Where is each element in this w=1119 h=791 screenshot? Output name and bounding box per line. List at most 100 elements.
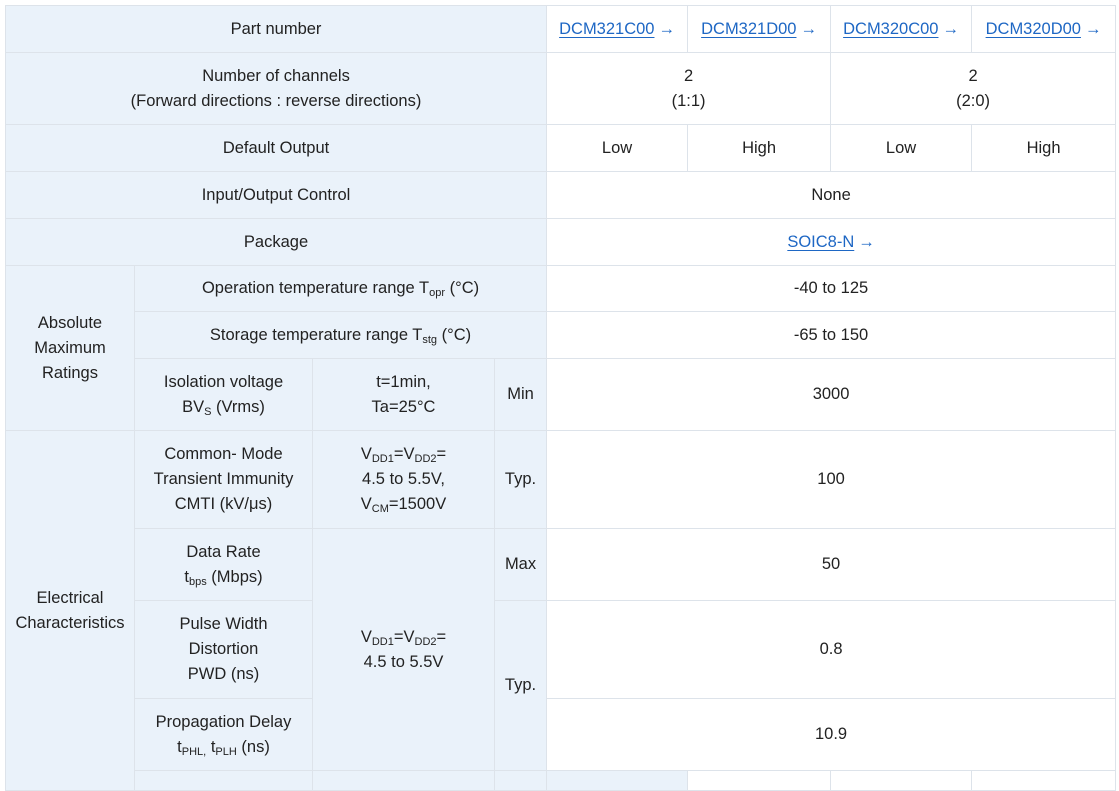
cmti-condition: VDD1=VDD2= 4.5 to 5.5V, VCM=1500V — [312, 430, 495, 529]
io-control-label: Input/Output Control — [4, 171, 548, 219]
package-label: Package — [4, 218, 548, 266]
electrical-group-label: Electrical Characteristics — [5, 430, 135, 791]
row-cmti: Electrical Characteristics Common- Mode … — [5, 430, 1117, 791]
label-subscript: stg — [422, 333, 438, 346]
next-row-cell — [312, 770, 495, 791]
storage-temp-value: -65 to 150 — [546, 311, 1117, 359]
shared-condition: VDD1=VDD2= 4.5 to 5.5V — [312, 528, 495, 771]
package-link-text[interactable]: SOIC8-N — [787, 233, 854, 251]
part-link-text[interactable]: DCM320C00 — [843, 20, 938, 38]
next-row-cell — [546, 770, 689, 791]
part-link-dcm320d00[interactable]: DCM320D00 → — [971, 5, 1117, 53]
group-label-line: Maximum — [34, 338, 106, 357]
abs-max-group-label: Absolute Maximum Ratings — [5, 265, 135, 431]
condition-subscript: DD2 — [414, 453, 437, 465]
group-label-line: Absolute — [37, 313, 103, 332]
group-label-line: Electrical — [36, 588, 104, 607]
row-channels: Number of channels (Forward directions :… — [4, 52, 1117, 125]
part-link-dcm321c00[interactable]: DCM321C00 → — [546, 5, 689, 53]
row-data-rate: Data Rate tbps (Mbps) VDD1=VDD2= 4.5 to … — [6, 528, 1117, 771]
row-part-number: Part number DCM321C00 → DCM321D00 → DCM320… — [4, 5, 1117, 53]
next-row-cell — [134, 770, 313, 791]
isolation-label: Isolation voltage BVS (Vrms) — [134, 358, 313, 431]
isolation-value: 3000 — [546, 358, 1117, 431]
io-control-value: None — [546, 171, 1117, 219]
prop-delay-label: Propagation Delay tPHL, tPLH (ns) — [134, 698, 313, 771]
next-row-cell — [830, 770, 973, 791]
default-output-value: Low — [546, 124, 689, 172]
condition-subscript: DD1 — [371, 635, 394, 648]
label-text: Propagation Delay — [155, 712, 292, 731]
row-prop-delay: Propagation Delay tPHL, tPLH (ns) 10.9 — [6, 698, 1117, 771]
part-link-text[interactable]: DCM321C00 — [559, 20, 654, 38]
op-temp-label: Operation temperature range Topr (°C) — [133, 265, 548, 312]
label-subscript: opr — [429, 287, 446, 299]
condition-text: = — [436, 445, 447, 463]
next-row-cell — [687, 770, 832, 791]
next-row-cell — [493, 770, 548, 791]
row-pwd: Pulse Width Distortion PWD (ns) Typ. 0.8 — [6, 600, 1117, 771]
label-text: Operation temperature range T — [201, 279, 430, 297]
label-text: (ns) — [236, 737, 270, 756]
label-text: Common- Mode — [164, 445, 283, 463]
condition-text: V — [360, 495, 372, 513]
label-text: Pulse Width — [179, 615, 268, 633]
label-text: (°C) — [445, 279, 480, 297]
condition-subscript: DD1 — [371, 453, 394, 465]
condition-text: =1500V — [388, 495, 447, 513]
group-label-line: Ratings — [42, 363, 98, 382]
data-rate-type: Max — [493, 528, 548, 601]
row-default-output: Default Output Low High Low High — [4, 124, 1117, 172]
label-subscript: bps — [188, 575, 207, 588]
cmti-value: 100 — [546, 430, 1117, 529]
label-text: Storage temperature range T — [209, 325, 423, 344]
arrow-right-icon: → — [800, 19, 817, 38]
label-text: Data Rate — [186, 542, 261, 561]
condition-text: V — [360, 445, 372, 463]
part-link-text[interactable]: DCM320D00 — [986, 20, 1081, 38]
condition-text: V — [360, 627, 372, 646]
label-text: CMTI (kV/μs) — [174, 495, 273, 513]
group-label-line: Characteristics — [15, 613, 125, 632]
label-text: (Mbps) — [206, 567, 263, 586]
spec-table: Part number DCM321C00 → DCM321D00 → DCM320… — [4, 5, 1117, 791]
label-text: PWD (ns) — [187, 665, 260, 683]
storage-temp-label: Storage temperature range Tstg (°C) — [133, 311, 548, 359]
condition-text: =V — [393, 627, 415, 646]
condition-text: 4.5 to 5.5V, — [362, 470, 445, 488]
row-storage-temp: Storage temperature range Tstg (°C) -65 … — [6, 311, 1117, 359]
package-link[interactable]: SOIC8-N → — [546, 218, 1117, 266]
condition-text: =V — [393, 445, 415, 463]
row-next-partial — [6, 770, 1117, 791]
channels-group2: 2 (2:0) — [830, 52, 1117, 125]
condition-subscript: DD2 — [414, 635, 437, 648]
cmti-type: Typ. — [493, 430, 548, 529]
part-link-text[interactable]: DCM321D00 — [701, 20, 796, 38]
label-text: Distortion — [188, 640, 259, 658]
condition-text: t=1min, — [376, 372, 431, 391]
row-io-control: Input/Output Control None — [4, 171, 1117, 219]
isolation-condition: t=1min, Ta=25°C — [312, 358, 495, 431]
default-output-value: Low — [830, 124, 973, 172]
next-row-cell — [971, 770, 1117, 791]
channels-count: 2 — [968, 66, 978, 85]
pwd-label: Pulse Width Distortion PWD (ns) — [134, 600, 313, 699]
label-subscript: PLH — [215, 745, 237, 758]
condition-text: 4.5 to 5.5V — [363, 652, 444, 671]
arrow-right-icon: → — [858, 232, 875, 251]
part-link-dcm321d00[interactable]: DCM321D00 → — [687, 5, 832, 53]
op-temp-value: -40 to 125 — [546, 265, 1117, 312]
pwd-prop-type: Typ. — [493, 600, 548, 771]
label-text: Transient Immunity — [153, 470, 294, 488]
condition-subscript: CM — [371, 503, 389, 515]
label-text: BV — [182, 397, 205, 416]
default-output-value: High — [687, 124, 832, 172]
data-rate-label: Data Rate tbps (Mbps) — [134, 528, 313, 601]
data-rate-value: 50 — [546, 528, 1117, 601]
condition-text: Ta=25°C — [371, 397, 436, 416]
row-isolation: Isolation voltage BVS (Vrms) t=1min, Ta=… — [6, 358, 1117, 431]
part-link-dcm320c00[interactable]: DCM320C00 → — [830, 5, 973, 53]
cmti-label: Common- Mode Transient Immunity CMTI (kV… — [134, 430, 313, 529]
label-text: Isolation voltage — [163, 372, 284, 391]
arrow-right-icon: → — [942, 19, 959, 38]
